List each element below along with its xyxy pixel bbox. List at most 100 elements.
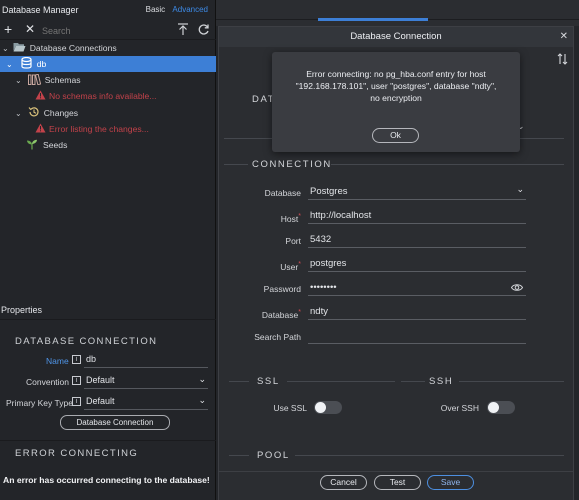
- convention-value: Default: [86, 375, 115, 385]
- mode-switch: Basic Advanced: [146, 5, 208, 14]
- divider: [0, 319, 216, 320]
- divider: [229, 455, 249, 456]
- tree-item-schemas[interactable]: ⌄ Schemas: [0, 72, 216, 88]
- upload-icon[interactable]: [177, 23, 189, 38]
- port-input[interactable]: 5432: [308, 232, 526, 248]
- pk-type-value: Default: [86, 396, 115, 406]
- dialog-title: Database Connection: [350, 31, 442, 42]
- chevron-down-icon: ⌄: [198, 395, 206, 405]
- pk-type-label: Primary Key Type: [6, 398, 73, 408]
- tree-item-seeds[interactable]: Seeds: [0, 137, 216, 153]
- schemas-error-text: No schemas info available...: [49, 91, 157, 101]
- port-label: Port: [285, 236, 301, 246]
- mode-advanced[interactable]: Advanced: [172, 5, 208, 14]
- use-ssl-label: Use SSL: [273, 403, 307, 413]
- add-icon[interactable]: +: [4, 21, 12, 37]
- divider: [0, 440, 216, 441]
- divider: [331, 164, 564, 165]
- search-path-label: Search Path: [254, 332, 301, 342]
- tab-indicator: [318, 18, 428, 21]
- sort-icon[interactable]: [557, 53, 568, 67]
- divider: [224, 164, 248, 165]
- name-label: Name: [46, 356, 69, 366]
- dbname-label-text: Database: [261, 309, 299, 320]
- section-database-connection: DATABASE CONNECTION: [15, 336, 158, 347]
- tree-item-database-connections[interactable]: ⌄ Database Connections: [0, 40, 216, 56]
- close-icon[interactable]: ✕: [560, 27, 568, 47]
- cancel-button[interactable]: Cancel: [320, 475, 367, 490]
- seedling-icon: [26, 139, 38, 152]
- pk-type-select[interactable]: Default ⌄: [84, 395, 208, 410]
- search-input[interactable]: [42, 24, 170, 37]
- error-connecting-message: An error has occurred connecting to the …: [3, 475, 210, 485]
- use-ssl-toggle[interactable]: [314, 401, 342, 414]
- tree-item-db[interactable]: ⌄ db: [0, 56, 216, 72]
- chevron-down-icon: ⌄: [516, 184, 524, 194]
- user-input[interactable]: postgres: [308, 256, 526, 272]
- dialog-title-bar: Database Connection ✕: [219, 27, 573, 47]
- refresh-icon[interactable]: [197, 23, 210, 38]
- section-connection: CONNECTION: [252, 159, 332, 170]
- warning-icon: [35, 90, 46, 102]
- divider: [401, 381, 425, 382]
- divider: [229, 381, 249, 382]
- info-icon: i: [72, 376, 81, 385]
- password-label: Password: [263, 284, 301, 294]
- info-icon: i: [72, 355, 81, 364]
- required-marker: *: [298, 260, 301, 268]
- panel-toolbar: + ✕: [0, 20, 216, 40]
- tree-item-changes-error: Error listing the changes...: [0, 121, 216, 137]
- workspace-background: [216, 0, 579, 26]
- mode-basic[interactable]: Basic: [146, 5, 166, 14]
- save-button[interactable]: Save: [427, 475, 474, 490]
- search-path-input[interactable]: [308, 328, 526, 344]
- over-ssh-toggle[interactable]: [487, 401, 515, 414]
- required-marker: *: [298, 212, 301, 220]
- convention-select[interactable]: Default ⌄: [84, 374, 208, 389]
- host-label-text: Host: [280, 213, 299, 224]
- user-label: User*: [239, 260, 301, 272]
- required-marker: *: [298, 308, 301, 316]
- section-error-connecting: ERROR CONNECTING: [15, 448, 139, 459]
- tree-label: Schemas: [44, 75, 81, 85]
- divider: [295, 455, 564, 456]
- chevron-down-icon: ⌄: [6, 59, 13, 69]
- chevron-down-icon: ⌄: [15, 108, 22, 118]
- ok-button[interactable]: Ok: [372, 128, 419, 143]
- eye-icon[interactable]: [510, 282, 524, 297]
- changes-error-text: Error listing the changes...: [49, 124, 149, 134]
- name-input[interactable]: db: [84, 354, 208, 368]
- history-icon: [28, 106, 40, 120]
- panel-title-bar: Database Manager Basic Advanced: [0, 0, 216, 20]
- schemas-icon: [27, 73, 41, 87]
- database-icon: [21, 56, 32, 71]
- properties-header: Properties: [1, 305, 43, 315]
- folder-open-icon: [13, 42, 26, 54]
- tree-item-schemas-error: No schemas info available...: [0, 88, 216, 104]
- password-input[interactable]: ••••••••: [308, 280, 526, 296]
- divider: [459, 381, 564, 382]
- section-ssh: SSH: [429, 376, 454, 387]
- info-icon: i: [72, 397, 81, 406]
- database-type-select[interactable]: Postgres ⌄: [308, 184, 526, 200]
- warning-icon: [35, 123, 46, 135]
- section-ssl: SSL: [257, 376, 280, 387]
- host-input[interactable]: http://localhost: [308, 208, 526, 224]
- dbname-label: Database*: [239, 308, 301, 320]
- panel-title: Database Manager: [2, 5, 79, 15]
- database-connection-button[interactable]: Database Connection: [60, 415, 170, 430]
- password-value: ••••••••: [310, 282, 337, 293]
- toggle-knob: [488, 402, 499, 413]
- convention-label: Convention: [26, 377, 70, 387]
- dbname-input[interactable]: ndty: [308, 304, 526, 320]
- test-button[interactable]: Test: [374, 475, 421, 490]
- close-icon[interactable]: ✕: [25, 22, 35, 36]
- host-label: Host*: [239, 212, 301, 224]
- chevron-down-icon: ⌄: [2, 43, 9, 53]
- tree-label: Seeds: [43, 140, 68, 150]
- tree-label: Changes: [43, 108, 79, 118]
- error-alert: Error connecting: no pg_hba.conf entry f…: [272, 52, 520, 152]
- tree-label: Database Connections: [29, 43, 117, 53]
- tree-item-changes[interactable]: ⌄ Changes: [0, 105, 216, 121]
- toggle-knob: [315, 402, 326, 413]
